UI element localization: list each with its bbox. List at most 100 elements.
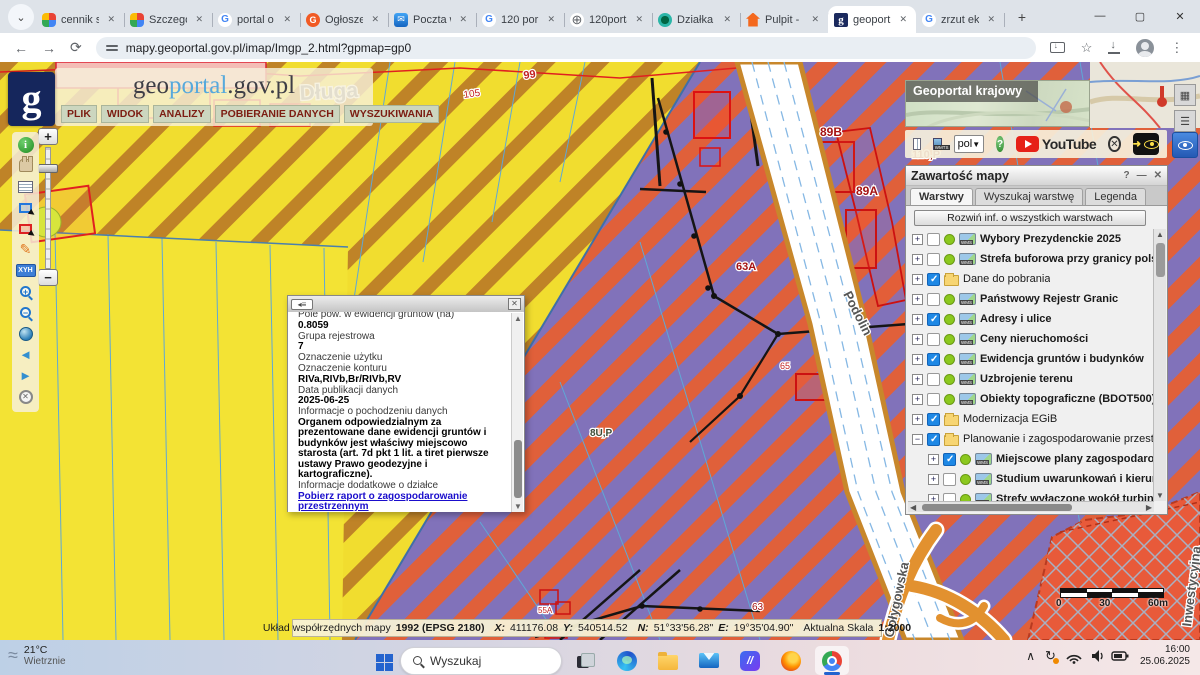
help-icon[interactable]: ?: [996, 136, 1004, 152]
layer-label[interactable]: Miejscowe plany zagospodarowania prz: [996, 453, 1154, 465]
browser-tab[interactable]: portal o✕: [212, 6, 300, 33]
layer-label[interactable]: Wybory Prezydenckie 2025: [980, 233, 1121, 245]
hscroll-thumb[interactable]: [922, 504, 1072, 511]
close-tool-icon[interactable]: ✕: [16, 387, 36, 406]
mail-icon[interactable]: [692, 646, 726, 675]
forward-icon[interactable]: →: [42, 40, 56, 56]
panel-horizontal-scrollbar[interactable]: ◀ ▶: [908, 501, 1154, 512]
tray-chevron-icon[interactable]: ∧: [1026, 649, 1035, 663]
layer-checkbox[interactable]: [943, 473, 956, 486]
scroll-up-icon[interactable]: ▲: [1156, 230, 1164, 239]
layer-checkbox[interactable]: [927, 413, 940, 426]
layer-checkbox[interactable]: [927, 433, 940, 446]
new-tab-button[interactable]: +: [1010, 5, 1034, 29]
file-explorer-icon[interactable]: [651, 646, 685, 675]
panel-minimize-icon[interactable]: —: [1137, 170, 1147, 181]
layer-label[interactable]: Strefa buforowa przy granicy polsko-biał…: [980, 253, 1154, 265]
browser-tab[interactable]: Poczta w✕: [388, 6, 476, 33]
firefox-icon[interactable]: [774, 646, 808, 675]
tab-close-icon[interactable]: ✕: [456, 13, 470, 26]
expand-toggle-icon[interactable]: +: [912, 234, 923, 245]
start-button[interactable]: [376, 654, 393, 671]
tab-close-icon[interactable]: ✕: [896, 13, 910, 26]
zoom-slider[interactable]: + −: [37, 128, 59, 288]
layer-label[interactable]: Ewidencja gruntów i budynków: [980, 353, 1144, 365]
sync-icon[interactable]: ↻: [1045, 648, 1056, 664]
language-select[interactable]: pol▼: [954, 135, 985, 153]
layer-checkbox[interactable]: [943, 453, 956, 466]
menu-item-analizy[interactable]: ANALIZY: [153, 105, 211, 123]
dev-app-icon[interactable]: //: [733, 646, 767, 675]
scroll-right-icon[interactable]: ▶: [1146, 503, 1152, 512]
layer-label[interactable]: Uzbrojenie terenu: [980, 373, 1073, 385]
tab-close-icon[interactable]: ✕: [280, 13, 294, 26]
layer-checkbox[interactable]: [927, 273, 940, 286]
layer-label[interactable]: Obiekty topograficzne (BDOT500): [980, 393, 1154, 405]
layer-checkbox[interactable]: [927, 393, 940, 406]
expand-toggle-icon[interactable]: +: [928, 454, 939, 465]
download-icon[interactable]: [1108, 42, 1120, 54]
layer-label[interactable]: Strefy wyłaczone wokół turbin wiatrow: [996, 493, 1154, 501]
tab-close-icon[interactable]: ✕: [808, 13, 822, 26]
minimize-button[interactable]: —: [1080, 0, 1120, 32]
wmts-icon[interactable]: [933, 138, 942, 150]
popup-list-icon[interactable]: ◂≡: [291, 299, 313, 310]
geoportal-logo[interactable]: g: [8, 72, 55, 126]
edge-tool-button-1[interactable]: ▦: [1174, 84, 1196, 106]
panel-tab-legenda[interactable]: Legenda: [1085, 188, 1146, 205]
chrome-icon[interactable]: [815, 646, 849, 675]
browser-tab[interactable]: Działka✕: [652, 6, 740, 33]
layer-checkbox[interactable]: [927, 233, 940, 246]
expand-toggle-icon[interactable]: −: [912, 434, 923, 445]
overview-map[interactable]: Geoportal krajowy: [905, 80, 1090, 127]
address-bar[interactable]: mapy.geoportal.gov.pl/imap/Imgp_2.html?g…: [96, 37, 1036, 59]
expand-toggle-icon[interactable]: +: [912, 254, 923, 265]
browser-tab[interactable]: geoport✕: [828, 6, 916, 33]
tab-close-icon[interactable]: ✕: [632, 13, 646, 26]
popup-scrollbar[interactable]: ▲ ▼: [511, 313, 523, 512]
panel-tab-warstwy[interactable]: Warstwy: [910, 188, 973, 205]
expand-toggle-icon[interactable]: +: [928, 474, 939, 485]
layer-label[interactable]: Dane do pobrania: [963, 273, 1050, 285]
layer-label[interactable]: Planowanie i zagospodarowanie przestrzen…: [963, 433, 1154, 445]
panel-tab-wyszukaj-warstwę[interactable]: Wyszukaj warstwę: [975, 188, 1083, 205]
install-icon[interactable]: [1050, 42, 1065, 53]
menu-item-widok[interactable]: WIDOK: [101, 105, 149, 123]
pan-tool-icon[interactable]: [16, 156, 36, 175]
expand-toggle-icon[interactable]: +: [912, 414, 923, 425]
tab-close-icon[interactable]: ✕: [544, 13, 558, 26]
layer-label[interactable]: Modernizacja EGiB: [963, 413, 1057, 425]
menu-item-pobieranie-danych[interactable]: POBIERANIE DANYCH: [215, 105, 340, 123]
browser-tab[interactable]: 120porta✕: [564, 6, 652, 33]
layer-label[interactable]: Studium uwarunkowań i kierunków zag: [996, 473, 1154, 485]
site-settings-icon[interactable]: [106, 43, 118, 53]
tab-close-icon[interactable]: ✕: [720, 13, 734, 26]
popup-scroll-up-icon[interactable]: ▲: [514, 314, 522, 323]
browser-tab[interactable]: Szczegó✕: [124, 6, 212, 33]
expand-all-button[interactable]: Rozwiń inf. o wszystkich warstwach: [914, 210, 1146, 226]
layer-checkbox[interactable]: [927, 293, 940, 306]
task-view-button[interactable]: [569, 646, 603, 675]
panel-close-icon[interactable]: ✕: [1154, 170, 1162, 181]
bookmark-star-icon[interactable]: ☆: [1081, 40, 1093, 56]
layer-checkbox[interactable]: [927, 333, 940, 346]
youtube-link[interactable]: YouTube: [1016, 136, 1096, 152]
expand-toggle-icon[interactable]: +: [912, 274, 923, 285]
xyh-tool-button[interactable]: XYH: [16, 261, 36, 280]
popup-scroll-thumb[interactable]: [514, 440, 522, 498]
panel-vertical-scrollbar[interactable]: ▲ ▼: [1153, 229, 1166, 501]
taskbar-search[interactable]: Wyszukaj: [400, 647, 562, 675]
expand-toggle-icon[interactable]: +: [912, 394, 923, 405]
layer-checkbox[interactable]: [927, 313, 940, 326]
browser-tab[interactable]: Pulpit -✕: [740, 6, 828, 33]
zoom-in-tool-icon[interactable]: +: [16, 282, 36, 301]
tab-close-icon[interactable]: ✕: [368, 13, 382, 26]
browser-tab[interactable]: cennik s✕: [36, 6, 124, 33]
profile-avatar[interactable]: [1136, 39, 1154, 57]
layer-label[interactable]: Państwowy Rejestr Granic: [980, 293, 1118, 305]
popup-close-icon[interactable]: ✕: [508, 298, 521, 310]
maximize-button[interactable]: ▢: [1120, 0, 1160, 32]
browser-tab[interactable]: Ogłosze✕: [300, 6, 388, 33]
layer-label[interactable]: Adresy i ulice: [980, 313, 1052, 325]
expand-toggle-icon[interactable]: +: [912, 374, 923, 385]
